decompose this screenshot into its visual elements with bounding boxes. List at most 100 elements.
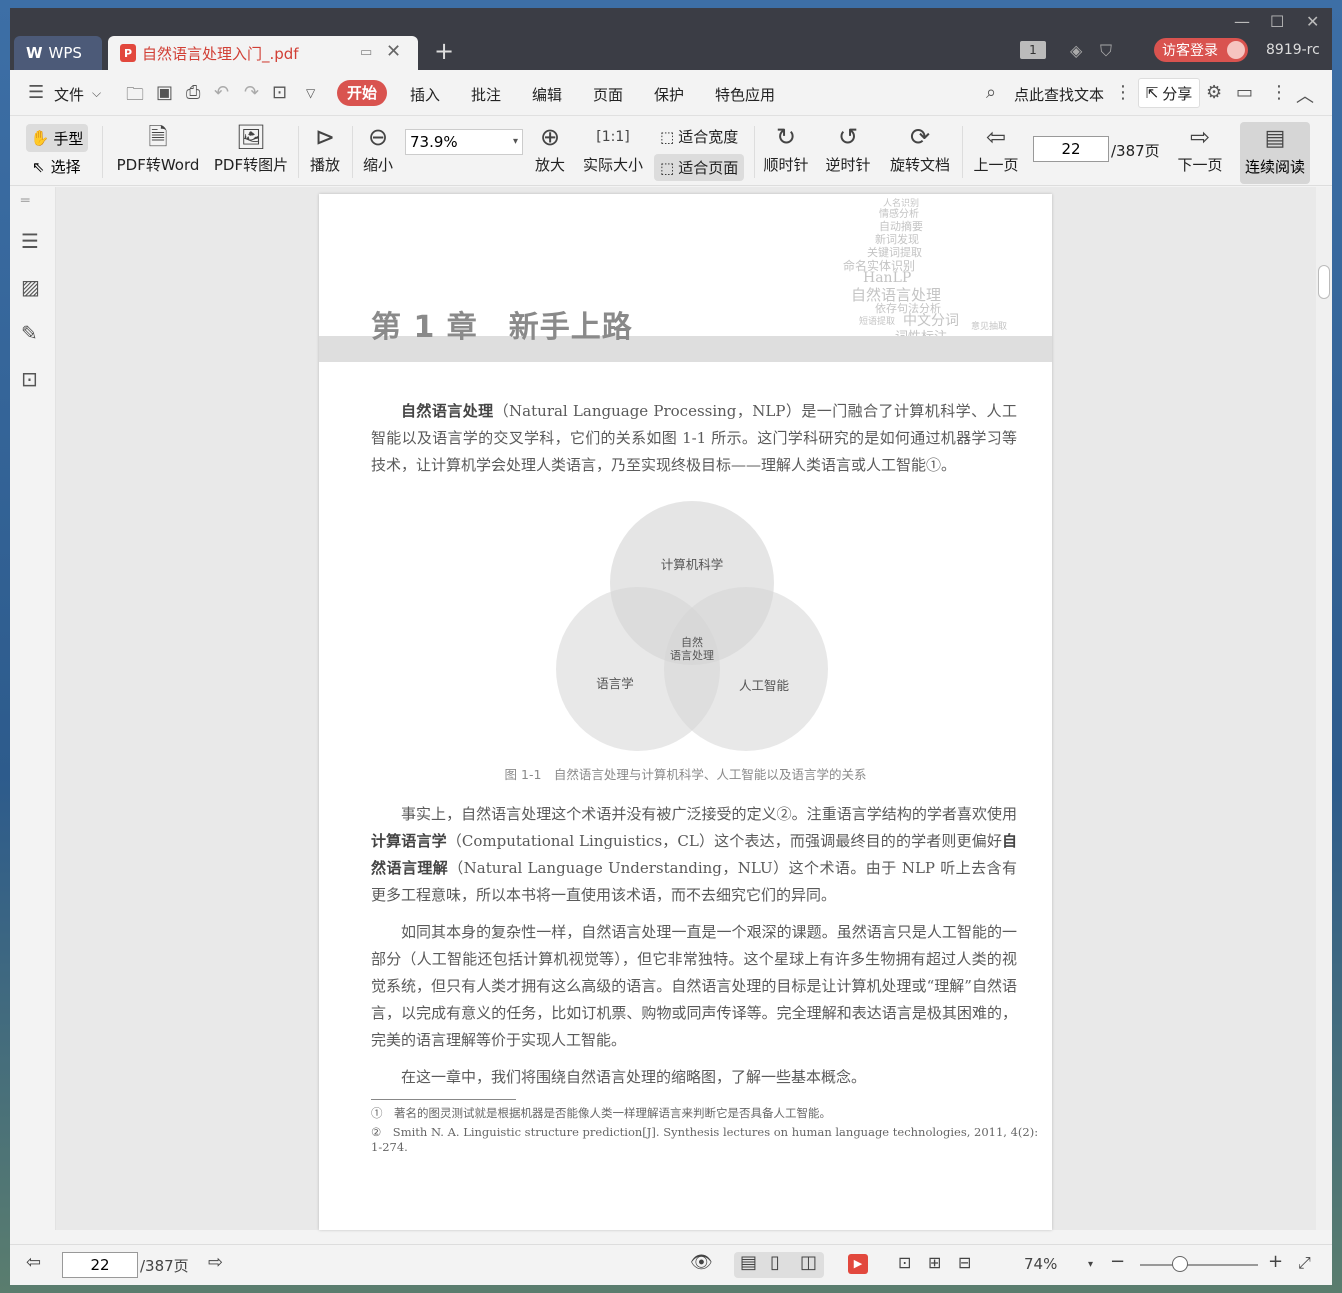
paragraph-4: 在这一章中，我们将围绕自然语言处理的缩略图，了解一些基本概念。 bbox=[401, 1068, 867, 1086]
zoom-out-minus-icon[interactable]: − bbox=[1110, 1251, 1125, 1272]
actual-size-button[interactable]: [1:1] 实际大小 bbox=[582, 120, 644, 175]
prev-page-label: 上一页 bbox=[973, 156, 1019, 174]
actual-size-icon[interactable]: ⊡ bbox=[898, 1253, 911, 1272]
document-viewport[interactable]: 人名识别 情感分析 自动摘要 新词发现 关键词提取 命名实体识别 HanLP 自… bbox=[56, 187, 1316, 1230]
term-nlp: 自然语言处理 bbox=[401, 402, 494, 420]
skin-icon[interactable]: ⛉ bbox=[1100, 41, 1112, 61]
prev-page-button[interactable]: ⇦ 上一页 bbox=[970, 120, 1022, 175]
collapse-ribbon-icon[interactable]: ︿ bbox=[1296, 82, 1314, 108]
fit-width-icon[interactable]: ⊟ bbox=[958, 1253, 971, 1272]
single-page-icon[interactable]: ▯ bbox=[770, 1252, 780, 1273]
export-image-icon[interactable]: ⊡ bbox=[272, 82, 287, 103]
vertical-scrollbar[interactable] bbox=[1316, 187, 1332, 1230]
zoom-in-plus-icon[interactable]: + bbox=[1268, 1251, 1283, 1272]
tab-special-apps[interactable]: 特色应用 bbox=[715, 84, 775, 105]
tab-insert[interactable]: 插入 bbox=[410, 84, 440, 105]
rotate-document-button[interactable]: ⟳ 旋转文档 bbox=[886, 120, 954, 175]
new-tab-button[interactable]: + bbox=[434, 37, 454, 65]
continuous-reading-label: 连续阅读 bbox=[1244, 158, 1305, 176]
chevron-down-icon[interactable]: ⌵ bbox=[92, 86, 101, 101]
search-icon[interactable]: ⌕ bbox=[986, 82, 996, 103]
pdf-to-word-icon: 🗎 bbox=[148, 123, 168, 151]
pdf-page: 人名识别 情感分析 自动摘要 新词发现 关键词提取 命名实体识别 HanLP 自… bbox=[319, 194, 1052, 1230]
zoom-out-icon: ⊖ bbox=[367, 123, 389, 151]
chevron-down-icon[interactable]: ▾ bbox=[513, 130, 518, 154]
select-label: 选择 bbox=[50, 158, 81, 176]
page-total: /387页 bbox=[1111, 142, 1160, 160]
scrollbar-thumb[interactable] bbox=[1318, 265, 1330, 299]
pin-tab-icon[interactable]: ▭ bbox=[360, 45, 372, 60]
paragraph-3: 如同其本身的复杂性一样，自然语言处理一直是一个艰深的课题。虽然语言只是人工智能的… bbox=[371, 923, 1017, 1049]
redo-icon[interactable]: ↷ bbox=[244, 82, 259, 103]
find-text-input[interactable]: 点此查找文本 bbox=[1014, 84, 1104, 105]
zoom-in-button[interactable]: ⊕ 放大 bbox=[532, 120, 568, 175]
wps-logo-icon: W bbox=[26, 44, 43, 62]
drag-handle-icon[interactable]: ═ bbox=[21, 193, 29, 209]
settings-gear-icon[interactable]: ⚙ bbox=[1206, 82, 1222, 103]
rotate-counterclockwise-button[interactable]: ↺ 逆时针 bbox=[822, 120, 874, 175]
page-number-input[interactable]: 22 bbox=[1033, 136, 1109, 162]
tab-protect[interactable]: 保护 bbox=[654, 84, 684, 105]
pdf-to-word-button[interactable]: 🗎 PDF转Word bbox=[112, 120, 204, 175]
prev-page-icon[interactable]: ⇦ bbox=[26, 1252, 41, 1273]
next-page-icon[interactable]: ⇨ bbox=[208, 1252, 223, 1273]
venn-label-center-2: 语言处理 bbox=[670, 649, 714, 662]
fit-width-button[interactable]: ⬚ 适合宽度 bbox=[660, 126, 738, 147]
more-vertical-icon[interactable]: ⋮ bbox=[1114, 82, 1132, 103]
next-page-button[interactable]: ⇨ 下一页 bbox=[1174, 120, 1226, 175]
bookmark-icon[interactable]: ⊡ bbox=[21, 367, 38, 391]
title-bar: W WPS P 自然语言处理入门_.pdf ▭ ✕ + — ☐ ✕ 1 ◈ ⛉ … bbox=[10, 8, 1332, 70]
slideshow-play-icon[interactable]: ▶ bbox=[848, 1254, 868, 1274]
comment-icon[interactable]: ▭ bbox=[1236, 82, 1253, 103]
tab-page[interactable]: 页面 bbox=[593, 84, 623, 105]
outline-icon[interactable]: ☰ bbox=[21, 229, 39, 253]
sync-icon[interactable]: ◈ bbox=[1070, 41, 1082, 60]
select-tool-button[interactable]: ⇖ 选择 bbox=[32, 156, 81, 177]
share-label: 分享 bbox=[1162, 84, 1193, 103]
save-icon[interactable]: ▣ bbox=[156, 82, 173, 103]
zoom-slider-knob[interactable] bbox=[1172, 1256, 1188, 1272]
thumbnail-image-icon[interactable]: ▨ bbox=[21, 275, 40, 299]
zoom-out-button[interactable]: ⊖ 缩小 bbox=[360, 120, 396, 175]
zoom-input[interactable]: 73.9% ▾ bbox=[405, 129, 523, 155]
minimize-icon[interactable]: — bbox=[1234, 12, 1250, 31]
undo-icon[interactable]: ↶ bbox=[214, 82, 229, 103]
hand-tool-button[interactable]: ✋ 手型 bbox=[26, 124, 88, 152]
close-tab-icon[interactable]: ✕ bbox=[386, 41, 401, 62]
file-menu[interactable]: 文件 bbox=[54, 84, 84, 105]
zoom-percent[interactable]: 74% bbox=[1024, 1255, 1057, 1273]
rotate-clockwise-button[interactable]: ↻ 顺时针 bbox=[760, 120, 812, 175]
continuous-view-icon[interactable]: ▤ bbox=[740, 1252, 757, 1273]
window-count-badge[interactable]: 1 bbox=[1020, 41, 1046, 59]
tab-edit[interactable]: 编辑 bbox=[532, 84, 562, 105]
print-icon[interactable]: ⎙ bbox=[186, 82, 200, 103]
more-quick-icon[interactable]: ▽ bbox=[306, 86, 315, 100]
login-button[interactable]: 访客登录 bbox=[1154, 38, 1248, 62]
divider bbox=[102, 126, 103, 178]
actual-size-label: 实际大小 bbox=[582, 156, 643, 174]
play-button[interactable]: ⊳ 播放 bbox=[306, 120, 344, 175]
status-page-input[interactable]: 22 bbox=[62, 1252, 138, 1278]
document-tab[interactable]: P 自然语言处理入门_.pdf ▭ ✕ bbox=[108, 36, 418, 70]
fit-page-button[interactable]: ⬚ 适合页面 bbox=[654, 154, 745, 181]
rotate-clockwise-icon: ↻ bbox=[775, 123, 797, 151]
zoom-slider[interactable] bbox=[1140, 1264, 1258, 1266]
more-options-icon[interactable]: ⋮ bbox=[1270, 82, 1288, 103]
tab-annotate[interactable]: 批注 bbox=[471, 84, 501, 105]
chevron-down-icon[interactable]: ▾ bbox=[1088, 1259, 1093, 1270]
fit-page-icon[interactable]: ⊞ bbox=[928, 1253, 941, 1272]
share-button[interactable]: ⇱ 分享 bbox=[1138, 78, 1200, 108]
continuous-reading-button[interactable]: ▤ 连续阅读 bbox=[1240, 122, 1310, 184]
maximize-icon[interactable]: ☐ bbox=[1270, 12, 1284, 31]
open-folder-icon[interactable]: 🗀 bbox=[126, 82, 144, 112]
hamburger-menu-icon[interactable]: ☰ bbox=[28, 82, 44, 103]
close-window-icon[interactable]: ✕ bbox=[1306, 12, 1319, 31]
fullscreen-icon[interactable]: ⤢ bbox=[1298, 1253, 1311, 1273]
pdf-to-image-button[interactable]: 🖼 PDF转图片 bbox=[212, 120, 290, 175]
wps-home-tab[interactable]: W WPS bbox=[14, 36, 102, 70]
tab-start[interactable]: 开始 bbox=[337, 80, 387, 106]
eye-care-icon[interactable]: 👁 bbox=[690, 1252, 713, 1273]
annotation-pen-icon[interactable]: ✎ bbox=[21, 321, 38, 345]
two-page-icon[interactable]: ◫ bbox=[800, 1252, 817, 1273]
document-tab-title: 自然语言处理入门_.pdf bbox=[142, 44, 299, 63]
